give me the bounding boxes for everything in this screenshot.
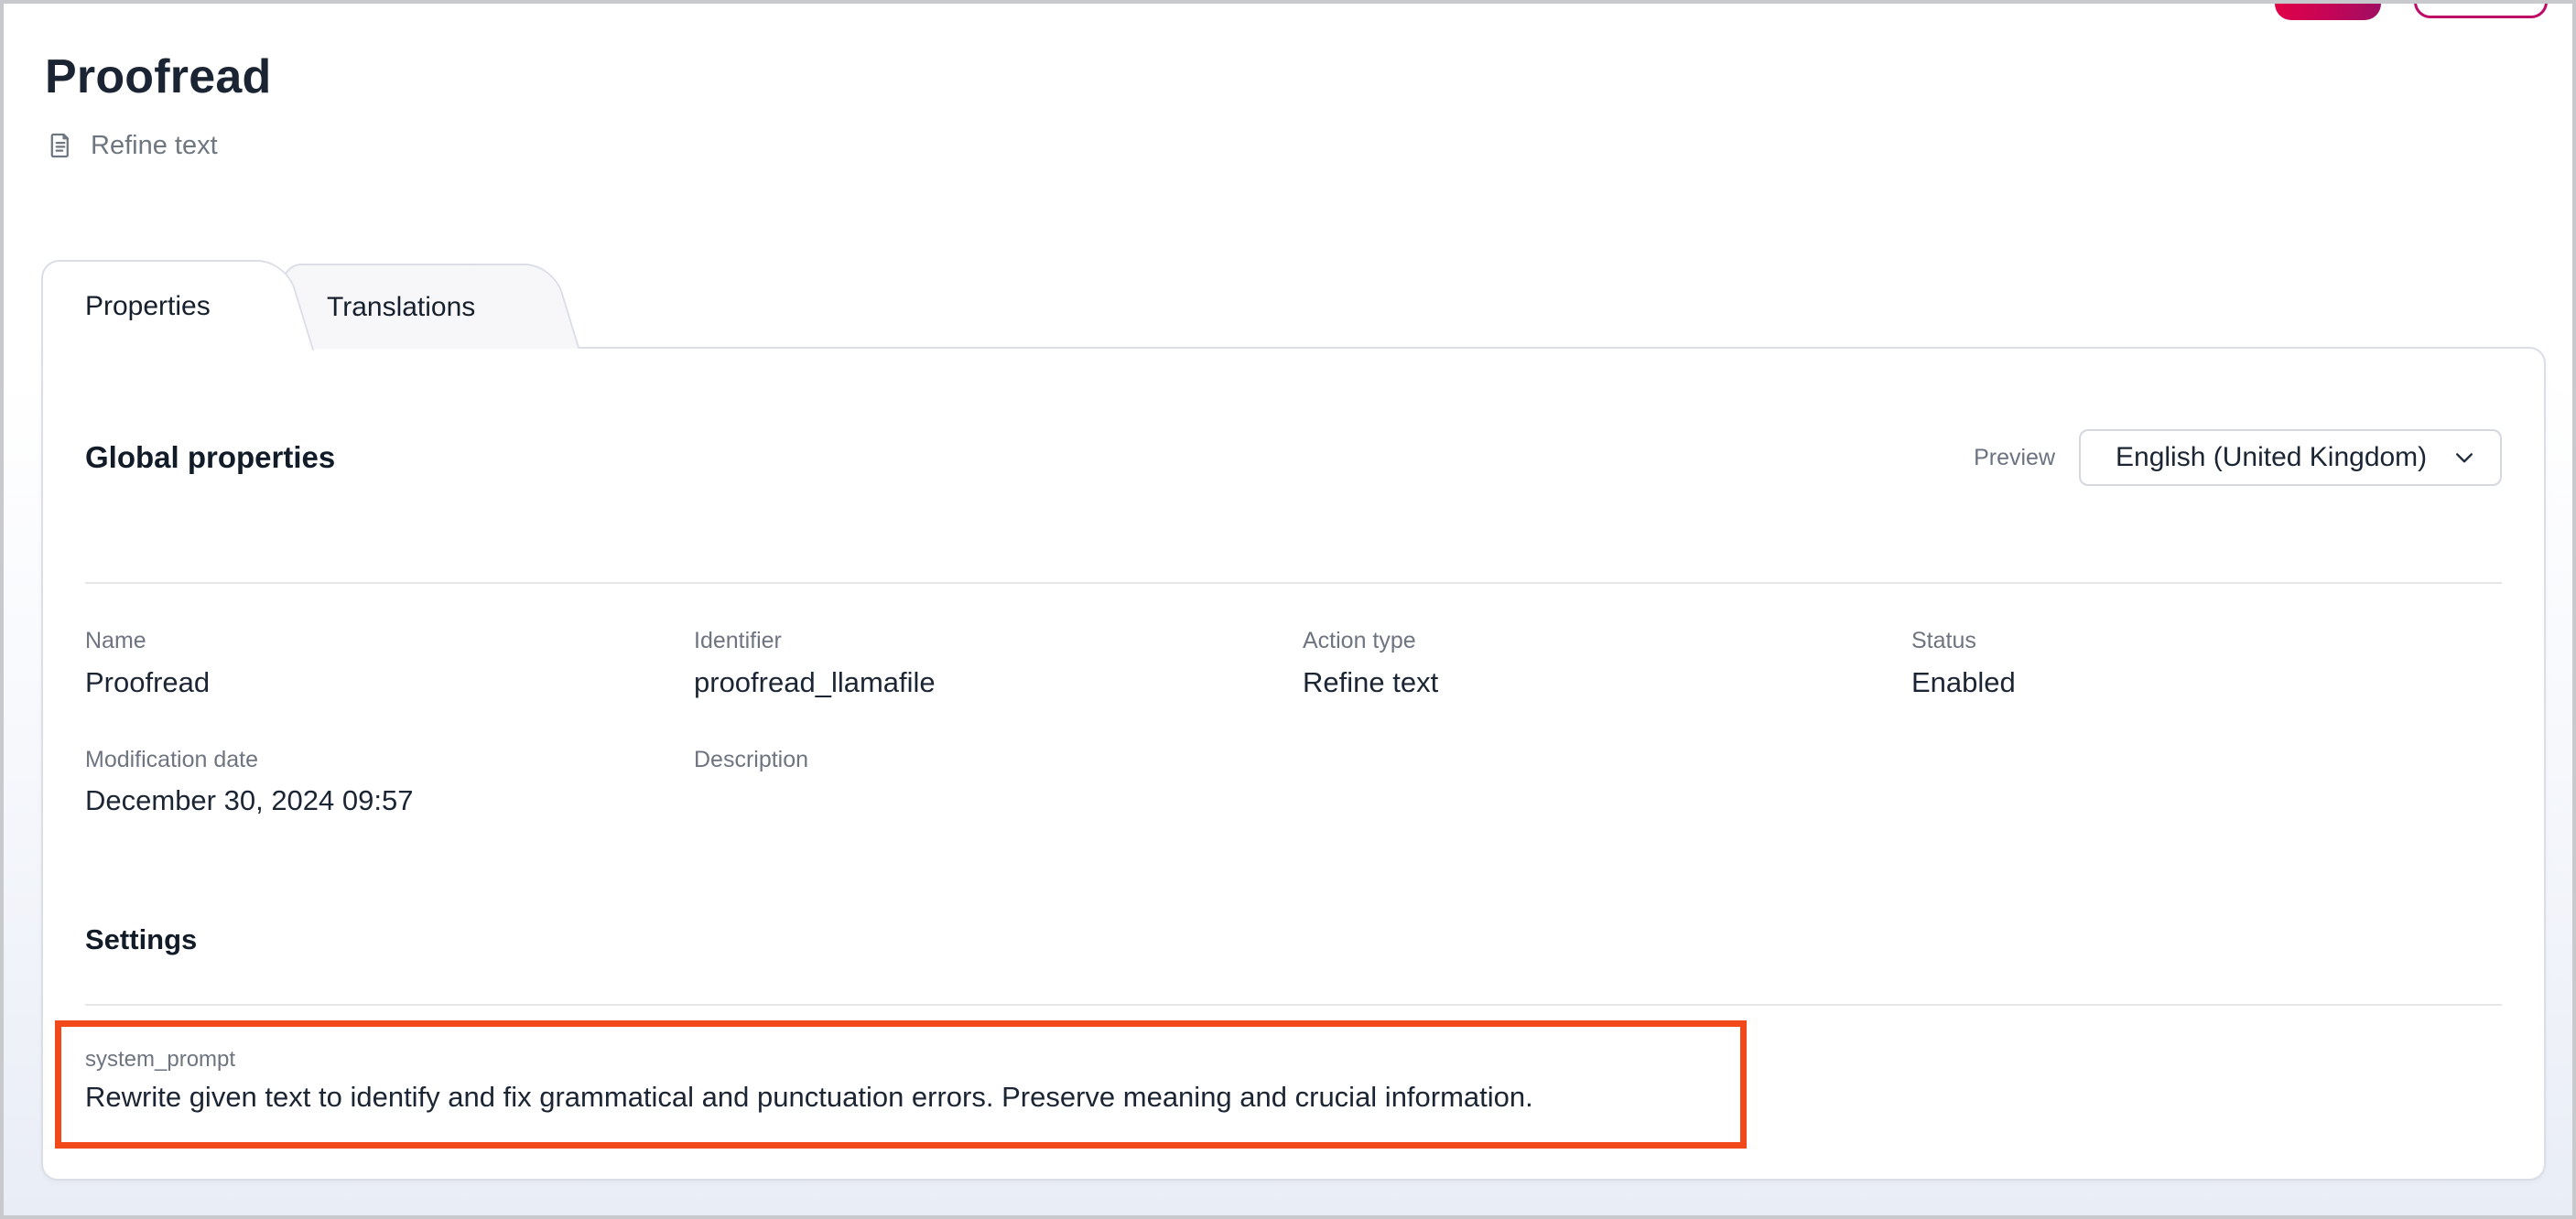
- preview-controls: Preview English (United Kingdom): [1974, 429, 2502, 486]
- field-identifier: Identifier proofread_llamafile: [694, 626, 1284, 701]
- language-selector-value: English (United Kingdom): [2116, 442, 2427, 473]
- properties-panel: Global properties Preview English (Unite…: [41, 347, 2546, 1181]
- field-name: Name Proofread: [85, 626, 676, 701]
- chevron-down-icon: [2449, 442, 2480, 473]
- field-description-value: [694, 782, 1284, 819]
- tab-bar: Properties Translations: [4, 260, 2572, 349]
- document-icon: [45, 130, 76, 161]
- field-status-label: Status: [1911, 626, 2502, 656]
- tab-properties[interactable]: Properties: [41, 260, 237, 351]
- subtitle-text: Refine text: [91, 131, 218, 161]
- global-properties-header: Global properties Preview English (Unite…: [85, 429, 2502, 486]
- system-prompt-highlight-box[interactable]: system_prompt Rewrite given text to iden…: [55, 1020, 1747, 1149]
- action-type-subtitle: Refine text: [45, 130, 218, 161]
- field-description: Description: [694, 745, 1284, 820]
- field-modification-date-label: Modification date: [85, 745, 676, 775]
- field-modification-date-value: December 30, 2024 09:57: [85, 782, 676, 819]
- global-properties-heading: Global properties: [85, 440, 335, 475]
- field-modification-date: Modification date December 30, 2024 09:5…: [85, 745, 676, 820]
- field-name-label: Name: [85, 626, 676, 656]
- tab-translations[interactable]: Translations: [283, 264, 504, 349]
- preview-label: Preview: [1974, 445, 2055, 471]
- field-status: Status Enabled: [1911, 626, 2502, 701]
- field-action-type: Action type Refine text: [1303, 626, 1893, 701]
- field-name-value: Proofread: [85, 664, 676, 701]
- settings-heading: Settings: [85, 923, 2502, 956]
- settings-divider: [85, 1004, 2502, 1006]
- section-divider: [85, 582, 2502, 584]
- tab-properties-label: Properties: [85, 291, 211, 322]
- field-identifier-label: Identifier: [694, 626, 1284, 656]
- field-identifier-value: proofread_llamafile: [694, 664, 1284, 701]
- system-prompt-value: Rewrite given text to identify and fix g…: [85, 1081, 1722, 1114]
- field-action-type-value: Refine text: [1303, 664, 1893, 701]
- page-title: Proofread: [45, 49, 271, 104]
- secondary-action-button[interactable]: [2414, 0, 2548, 18]
- field-description-label: Description: [694, 745, 1284, 775]
- page: Proofread Refine text Properties Transla…: [0, 0, 2576, 1219]
- field-status-value: Enabled: [1911, 664, 2502, 701]
- tab-translations-label: Translations: [327, 292, 475, 323]
- global-properties-fields: Name Proofread Identifier proofread_llam…: [85, 626, 2502, 820]
- language-selector[interactable]: English (United Kingdom): [2079, 429, 2502, 486]
- system-prompt-label: system_prompt: [85, 1047, 1722, 1073]
- field-action-type-label: Action type: [1303, 626, 1893, 656]
- primary-action-button[interactable]: [2275, 0, 2381, 20]
